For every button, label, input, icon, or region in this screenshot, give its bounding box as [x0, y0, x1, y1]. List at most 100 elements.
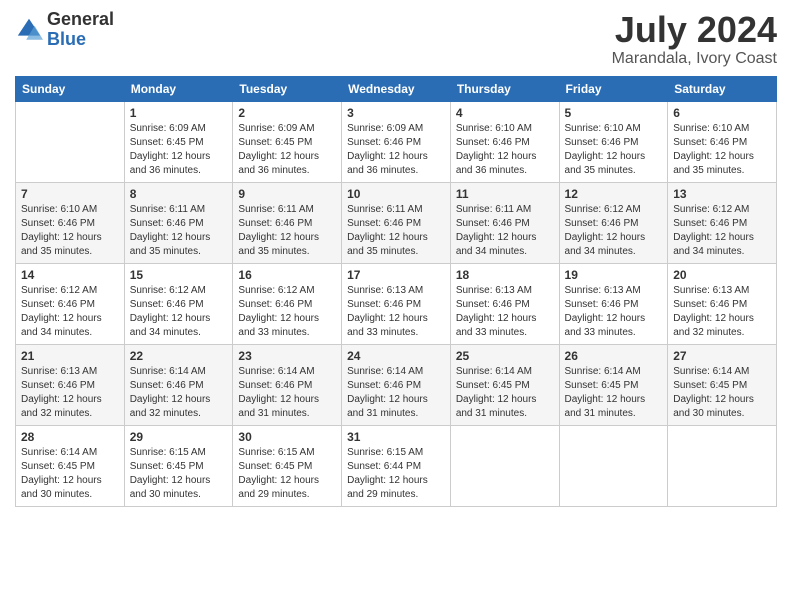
day-info: Sunrise: 6:13 AMSunset: 6:46 PMDaylight:…	[456, 284, 554, 340]
day-info: Sunrise: 6:14 AMSunset: 6:46 PMDaylight:…	[238, 365, 336, 421]
calendar-cell	[559, 425, 668, 506]
day-info: Sunrise: 6:13 AMSunset: 6:46 PMDaylight:…	[565, 284, 663, 340]
calendar-table: Sunday Monday Tuesday Wednesday Thursday…	[15, 76, 777, 507]
day-number: 19	[565, 268, 663, 282]
day-number: 5	[565, 106, 663, 120]
day-number: 24	[347, 349, 445, 363]
day-number: 6	[673, 106, 771, 120]
calendar-cell	[668, 425, 777, 506]
header-friday: Friday	[559, 76, 668, 101]
day-number: 13	[673, 187, 771, 201]
calendar-cell: 15Sunrise: 6:12 AMSunset: 6:46 PMDayligh…	[124, 263, 233, 344]
week-row-2: 7 Sunrise: 6:10 AMSunset: 6:46 PMDaylight…	[16, 182, 777, 263]
day-number: 15	[130, 268, 228, 282]
day-info: Sunrise: 6:10 AMSunset: 6:46 PMDaylight:…	[565, 122, 663, 178]
day-info: Sunrise: 6:13 AMSunset: 6:46 PMDaylight:…	[347, 284, 445, 340]
logo: General Blue	[15, 10, 114, 50]
week-row-4: 21 Sunrise: 6:13 AMSunset: 6:46 PMDayligh…	[16, 344, 777, 425]
title-month: July 2024	[612, 10, 777, 50]
calendar-cell: 12Sunrise: 6:12 AMSunset: 6:46 PMDayligh…	[559, 182, 668, 263]
calendar-cell: 20Sunrise: 6:13 AMSunset: 6:46 PMDayligh…	[668, 263, 777, 344]
title-block: July 2024 Marandala, Ivory Coast	[612, 10, 777, 68]
calendar-cell: 24 Sunrise: 6:14 AMSunset: 6:46 PMDayligh…	[342, 344, 451, 425]
day-number: 8	[130, 187, 228, 201]
day-number: 21	[21, 349, 119, 363]
title-location: Marandala, Ivory Coast	[612, 50, 777, 68]
day-number: 3	[347, 106, 445, 120]
day-number: 10	[347, 187, 445, 201]
day-info: Sunrise: 6:11 AMSunset: 6:46 PMDaylight:…	[130, 203, 228, 259]
day-number: 14	[21, 268, 119, 282]
header-thursday: Thursday	[450, 76, 559, 101]
calendar-cell: 14 Sunrise: 6:12 AMSunset: 6:46 PMDayligh…	[16, 263, 125, 344]
day-info: Sunrise: 6:12 AMSunset: 6:46 PMDaylight:…	[673, 203, 771, 259]
day-info: Sunrise: 6:14 AMSunset: 6:46 PMDaylight:…	[130, 365, 228, 421]
day-number: 22	[130, 349, 228, 363]
day-number: 25	[456, 349, 554, 363]
day-info: Sunrise: 6:15 AMSunset: 6:45 PMDaylight:…	[130, 446, 228, 502]
calendar-cell: 9Sunrise: 6:11 AMSunset: 6:46 PMDaylight…	[233, 182, 342, 263]
logo-general-text: General	[47, 10, 114, 30]
week-row-3: 14 Sunrise: 6:12 AMSunset: 6:46 PMDayligh…	[16, 263, 777, 344]
day-info: Sunrise: 6:09 AMSunset: 6:45 PMDaylight:…	[238, 122, 336, 178]
calendar-cell: 18 Sunrise: 6:13 AMSunset: 6:46 PMDayligh…	[450, 263, 559, 344]
calendar-cell: 4 Sunrise: 6:10 AMSunset: 6:46 PMDaylight…	[450, 101, 559, 182]
day-info: Sunrise: 6:14 AMSunset: 6:45 PMDaylight:…	[565, 365, 663, 421]
calendar-cell: 26 Sunrise: 6:14 AMSunset: 6:45 PMDayligh…	[559, 344, 668, 425]
calendar-cell: 30Sunrise: 6:15 AMSunset: 6:45 PMDayligh…	[233, 425, 342, 506]
calendar-cell: 11 Sunrise: 6:11 AMSunset: 6:46 PMDayligh…	[450, 182, 559, 263]
header-wednesday: Wednesday	[342, 76, 451, 101]
day-number: 2	[238, 106, 336, 120]
calendar-cell: 22 Sunrise: 6:14 AMSunset: 6:46 PMDayligh…	[124, 344, 233, 425]
day-number: 4	[456, 106, 554, 120]
calendar-cell: 31Sunrise: 6:15 AMSunset: 6:44 PMDayligh…	[342, 425, 451, 506]
header: General Blue July 2024 Marandala, Ivory …	[15, 10, 777, 68]
logo-blue-text: Blue	[47, 30, 114, 50]
day-number: 7	[21, 187, 119, 201]
day-number: 17	[347, 268, 445, 282]
day-info: Sunrise: 6:11 AMSunset: 6:46 PMDaylight:…	[347, 203, 445, 259]
day-number: 26	[565, 349, 663, 363]
calendar-cell: 27 Sunrise: 6:14 AMSunset: 6:45 PMDayligh…	[668, 344, 777, 425]
calendar-cell: 1Sunrise: 6:09 AMSunset: 6:45 PMDaylight…	[124, 101, 233, 182]
calendar-cell: 5 Sunrise: 6:10 AMSunset: 6:46 PMDaylight…	[559, 101, 668, 182]
day-info: Sunrise: 6:10 AMSunset: 6:46 PMDaylight:…	[456, 122, 554, 178]
day-number: 18	[456, 268, 554, 282]
day-info: Sunrise: 6:15 AMSunset: 6:45 PMDaylight:…	[238, 446, 336, 502]
calendar-cell: 28Sunrise: 6:14 AMSunset: 6:45 PMDayligh…	[16, 425, 125, 506]
day-info: Sunrise: 6:15 AMSunset: 6:44 PMDaylight:…	[347, 446, 445, 502]
calendar-cell: 16 Sunrise: 6:12 AMSunset: 6:46 PMDayligh…	[233, 263, 342, 344]
day-info: Sunrise: 6:11 AMSunset: 6:46 PMDaylight:…	[456, 203, 554, 259]
day-info: Sunrise: 6:14 AMSunset: 6:45 PMDaylight:…	[673, 365, 771, 421]
calendar-cell: 3 Sunrise: 6:09 AMSunset: 6:46 PMDaylight…	[342, 101, 451, 182]
calendar-cell: 7 Sunrise: 6:10 AMSunset: 6:46 PMDaylight…	[16, 182, 125, 263]
day-info: Sunrise: 6:12 AMSunset: 6:46 PMDaylight:…	[238, 284, 336, 340]
day-info: Sunrise: 6:10 AMSunset: 6:46 PMDaylight:…	[21, 203, 119, 259]
day-number: 28	[21, 430, 119, 444]
header-saturday: Saturday	[668, 76, 777, 101]
calendar-cell: 21 Sunrise: 6:13 AMSunset: 6:46 PMDayligh…	[16, 344, 125, 425]
day-number: 9	[238, 187, 336, 201]
day-info: Sunrise: 6:14 AMSunset: 6:45 PMDaylight:…	[456, 365, 554, 421]
day-info: Sunrise: 6:14 AMSunset: 6:46 PMDaylight:…	[347, 365, 445, 421]
day-number: 27	[673, 349, 771, 363]
day-info: Sunrise: 6:09 AMSunset: 6:46 PMDaylight:…	[347, 122, 445, 178]
weekday-header-row: Sunday Monday Tuesday Wednesday Thursday…	[16, 76, 777, 101]
day-info: Sunrise: 6:09 AMSunset: 6:45 PMDaylight:…	[130, 122, 228, 178]
calendar-cell: 25 Sunrise: 6:14 AMSunset: 6:45 PMDayligh…	[450, 344, 559, 425]
day-number: 29	[130, 430, 228, 444]
calendar-cell: 13 Sunrise: 6:12 AMSunset: 6:46 PMDayligh…	[668, 182, 777, 263]
day-number: 12	[565, 187, 663, 201]
day-info: Sunrise: 6:10 AMSunset: 6:46 PMDaylight:…	[673, 122, 771, 178]
calendar-cell: 2 Sunrise: 6:09 AMSunset: 6:45 PMDaylight…	[233, 101, 342, 182]
day-info: Sunrise: 6:12 AMSunset: 6:46 PMDaylight:…	[21, 284, 119, 340]
week-row-5: 28Sunrise: 6:14 AMSunset: 6:45 PMDayligh…	[16, 425, 777, 506]
day-number: 11	[456, 187, 554, 201]
day-info: Sunrise: 6:13 AMSunset: 6:46 PMDaylight:…	[21, 365, 119, 421]
day-number: 16	[238, 268, 336, 282]
header-monday: Monday	[124, 76, 233, 101]
header-tuesday: Tuesday	[233, 76, 342, 101]
calendar-cell: 19 Sunrise: 6:13 AMSunset: 6:46 PMDayligh…	[559, 263, 668, 344]
calendar-cell: 17 Sunrise: 6:13 AMSunset: 6:46 PMDayligh…	[342, 263, 451, 344]
logo-text: General Blue	[47, 10, 114, 50]
